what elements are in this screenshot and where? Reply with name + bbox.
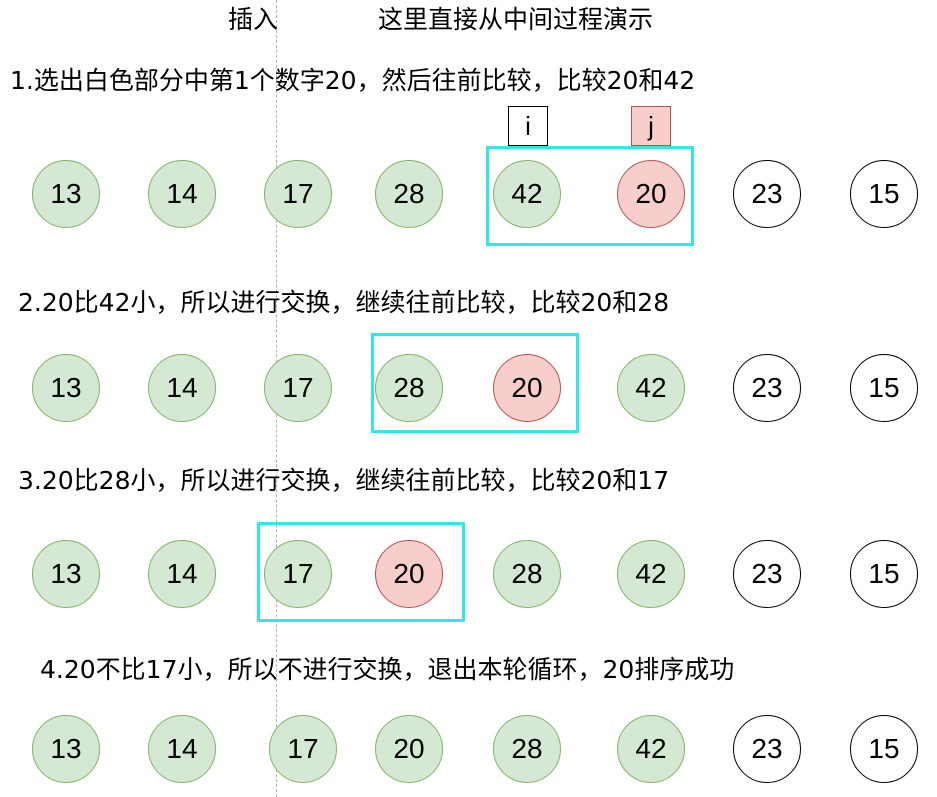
node-17-sorted: 17 (269, 715, 337, 783)
node-14-sorted: 14 (148, 715, 216, 783)
node-13-sorted: 13 (32, 715, 100, 783)
node-23-unsorted: 23 (733, 540, 801, 608)
subtitle: 这里直接从中间过程演示 (378, 5, 654, 34)
node-42-sorted: 42 (493, 160, 561, 228)
node-28-sorted: 28 (493, 540, 561, 608)
node-20-key: 20 (493, 354, 561, 422)
node-14-sorted: 14 (148, 160, 216, 228)
node-15-unsorted: 15 (850, 160, 918, 228)
step-1-caption: 1.选出白色部分中第1个数字20，然后往前比较，比较20和42 (10, 66, 696, 95)
insert-label: 插入 (228, 5, 279, 34)
node-15-unsorted: 15 (850, 354, 918, 422)
node-20-key: 20 (617, 160, 685, 228)
step-3-caption: 3.20比28小，所以进行交换，继续往前比较，比较20和17 (18, 466, 670, 495)
node-17-sorted: 17 (264, 354, 332, 422)
node-23-unsorted: 23 (733, 354, 801, 422)
node-20-sorted: 20 (375, 715, 443, 783)
node-42-sorted: 42 (617, 354, 685, 422)
pointer-i: i (508, 106, 548, 146)
node-23-unsorted: 23 (733, 715, 801, 783)
node-42-sorted: 42 (617, 540, 685, 608)
node-28-sorted: 28 (375, 160, 443, 228)
node-14-sorted: 14 (148, 540, 216, 608)
node-17-sorted: 17 (264, 540, 332, 608)
step-2-caption: 2.20比42小，所以进行交换，继续往前比较，比较20和28 (18, 288, 670, 317)
node-23-unsorted: 23 (733, 160, 801, 228)
node-28-sorted: 28 (375, 354, 443, 422)
node-17-sorted: 17 (264, 160, 332, 228)
node-13-sorted: 13 (32, 354, 100, 422)
step-4-caption: 4.20不比17小，所以不进行交换，退出本轮循环，20排序成功 (40, 655, 735, 684)
node-20-key: 20 (375, 540, 443, 608)
node-15-unsorted: 15 (850, 540, 918, 608)
node-13-sorted: 13 (32, 160, 100, 228)
node-28-sorted: 28 (493, 715, 561, 783)
pointer-j: j (631, 106, 671, 146)
node-15-unsorted: 15 (850, 715, 918, 783)
node-13-sorted: 13 (32, 540, 100, 608)
node-14-sorted: 14 (148, 354, 216, 422)
node-42-sorted: 42 (617, 715, 685, 783)
